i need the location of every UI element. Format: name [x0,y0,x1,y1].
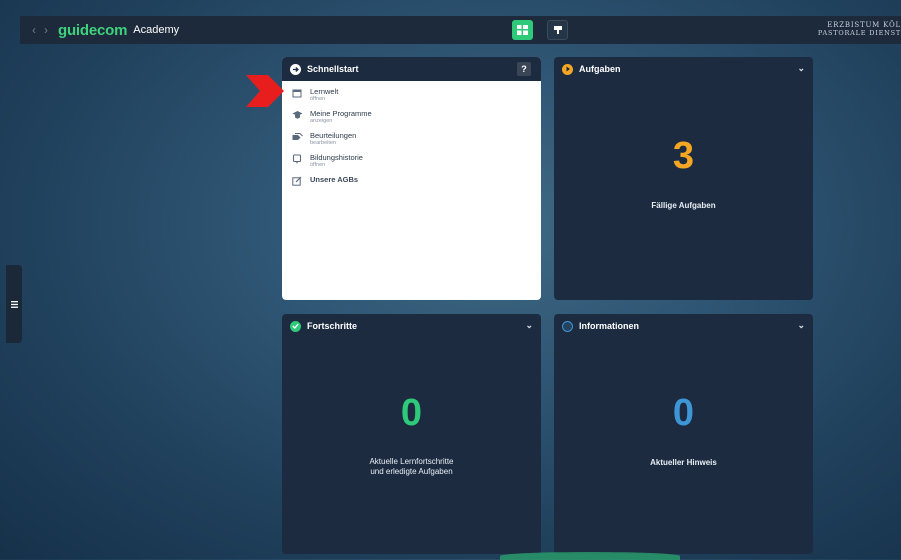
quickstart-item-sub: bearbeiten [310,140,336,146]
play-icon [562,63,573,75]
cards-view-button[interactable] [547,20,568,40]
quickstart-list: Lernwelt öffnen Meine Programme anzeigen… [282,81,541,202]
info-header[interactable]: Informationen ⌄ [554,314,813,338]
red-arrow-annotation [246,75,284,107]
quickstart-item-label: Beurteilungen [310,131,357,140]
info-icon [562,320,573,332]
chevron-down-icon[interactable]: ⌄ [797,320,805,331]
check-icon [290,320,301,332]
tasks-title: Aufgaben [579,64,621,74]
tasks-count: 3 [672,135,695,177]
calendar-icon [292,88,306,102]
quickstart-item-sub: öffnen [310,162,326,168]
edit-icon [292,176,306,190]
quickstart-item-label: Bildungshistorie [310,153,363,162]
quickstart-item-bildungshistorie[interactable]: Bildungshistorie öffnen [292,153,531,169]
brand-line1: ERZBISTUM KÖL [827,21,901,29]
view-switch [512,20,568,40]
tags-icon [292,132,306,146]
card-icon [553,26,562,34]
side-menu-handle[interactable] [6,265,22,343]
menu-icon [10,300,18,308]
brand-line2: PASTORALE DIENST [817,29,901,37]
info-count: 0 [672,392,695,434]
quickstart-item-agb[interactable]: Unsere AGBs [292,175,531,190]
graduation-cap-icon [292,110,306,124]
tasks-card: Aufgaben ⌄ 3 Fällige Aufgaben [554,57,813,300]
history-icon [292,154,306,168]
quickstart-item-beurteilungen[interactable]: Beurteilungen bearbeiten [292,131,531,147]
brand-logo: ERZBISTUM KÖL PASTORALE DIENST [818,21,901,37]
quickstart-icon [290,63,301,75]
quickstart-item-label: Meine Programme [310,109,372,118]
quickstart-item-lernwelt[interactable]: Lernwelt öffnen [292,87,531,103]
back-icon[interactable]: ‹ [32,23,36,37]
logo-main-text: guidecom [58,21,128,39]
quickstart-item-label: Unsere AGBs [310,175,359,184]
info-title: Informationen [579,321,639,331]
tasks-label: Fällige Aufgaben [651,201,716,210]
quickstart-item-label: Lernwelt [310,87,339,96]
quickstart-title: Schnellstart [307,64,359,74]
dashboard-icon [517,25,528,35]
chevron-down-icon[interactable]: ⌄ [797,63,805,74]
progress-title: Fortschritte [307,321,358,331]
progress-label-line1: Aktuelle Lernfortschritte [369,457,454,466]
progress-label-line2: und erledigte Aufgaben [370,467,453,476]
progress-count: 0 [400,392,423,434]
chevron-down-icon[interactable]: ⌄ [525,320,533,331]
quickstart-card: Schnellstart ? Lernwelt öffnen Meine Pro… [282,57,541,300]
top-bar: ‹ › guidecom Academy ERZBISTUM KÖL PASTO… [20,16,901,44]
info-card: Informationen ⌄ 0 Aktueller Hinweis [554,314,813,554]
quickstart-header: Schnellstart ? [282,57,541,81]
app-logo[interactable]: guidecom Academy [58,22,179,39]
info-label: Aktueller Hinweis [650,458,717,467]
progress-label: Aktuelle Lernfortschritte und erledigte … [282,457,541,477]
help-button[interactable]: ? [517,62,531,76]
dashboard-view-button[interactable] [512,20,533,40]
quickstart-item-sub: anzeigen [310,118,333,124]
quickstart-item-sub: öffnen [310,96,326,102]
quickstart-item-programme[interactable]: Meine Programme anzeigen [292,109,531,125]
nav-arrows: ‹ › [32,23,48,37]
forward-icon[interactable]: › [44,23,48,37]
tasks-header[interactable]: Aufgaben ⌄ [554,57,813,81]
progress-header[interactable]: Fortschritte ⌄ [282,314,541,338]
logo-sub-text: Academy [133,24,180,36]
progress-card: Fortschritte ⌄ 0 Aktuelle Lernfortschrit… [282,314,541,554]
